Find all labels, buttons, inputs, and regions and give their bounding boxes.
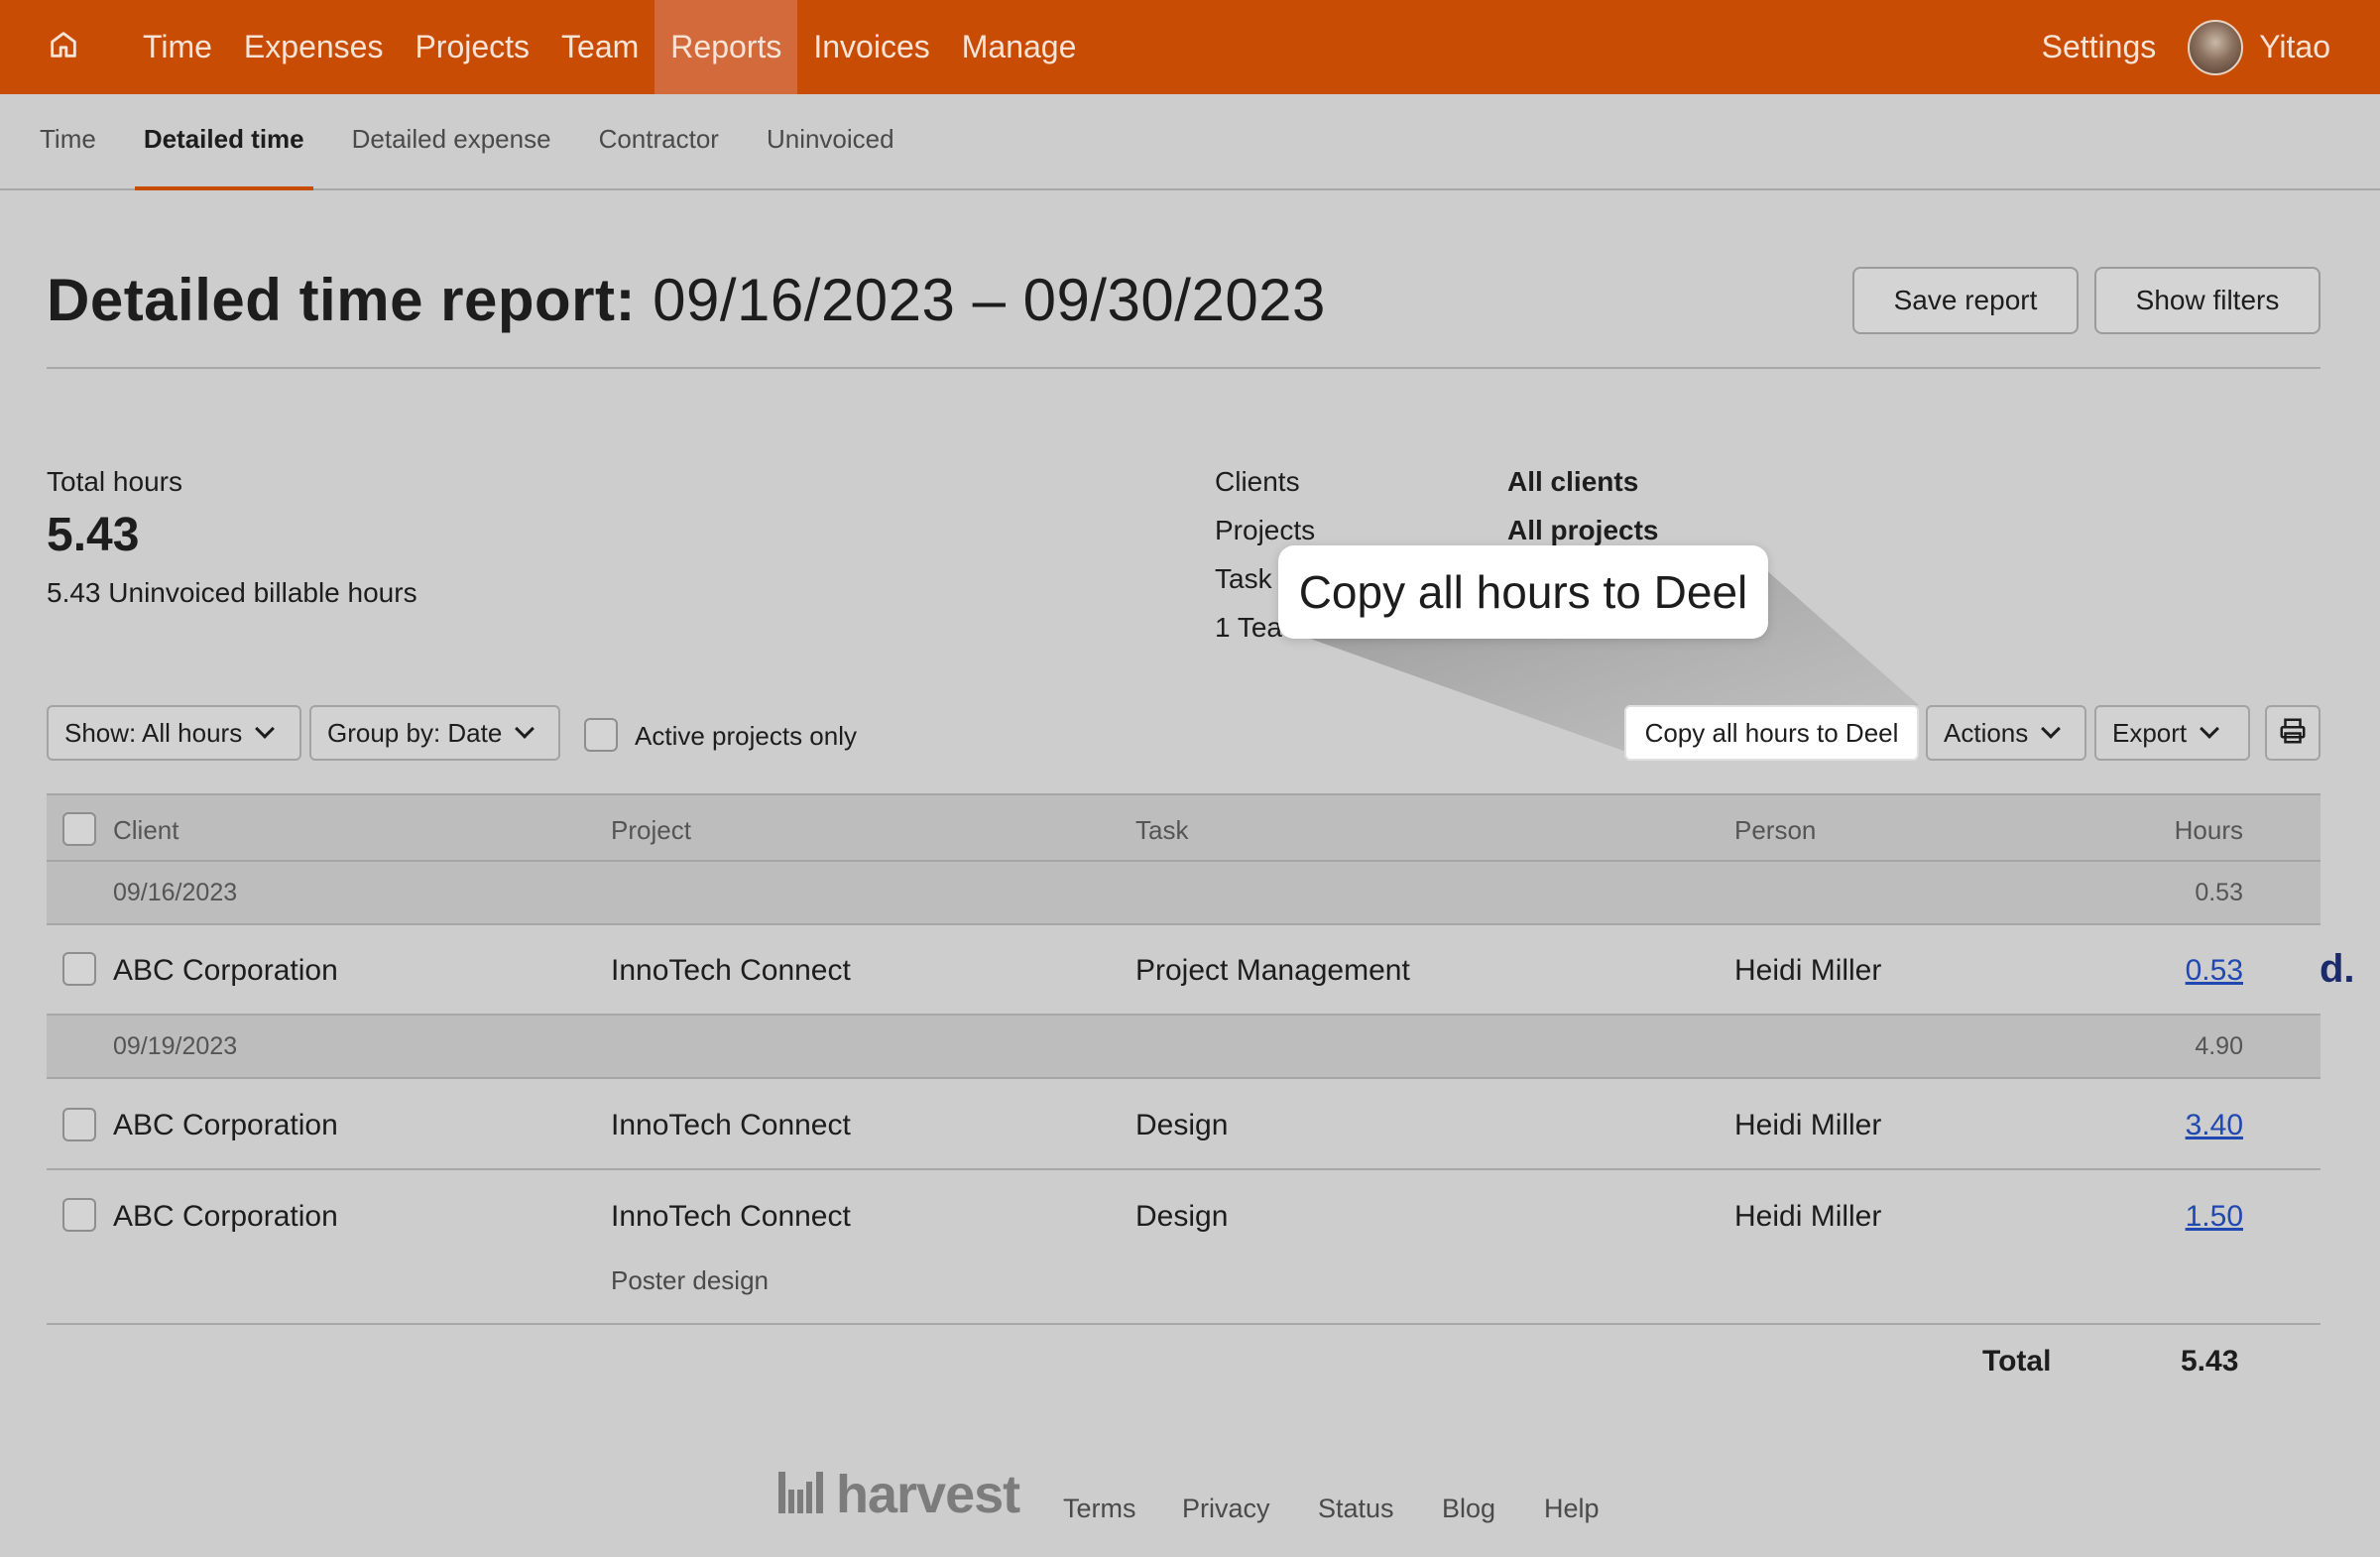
copy-deel-tooltip: Copy all hours to Deel	[1278, 545, 1768, 639]
copy-deel-button[interactable]: Copy all hours to Deel	[1624, 705, 1919, 761]
tooltip-pointer	[1299, 560, 1919, 752]
